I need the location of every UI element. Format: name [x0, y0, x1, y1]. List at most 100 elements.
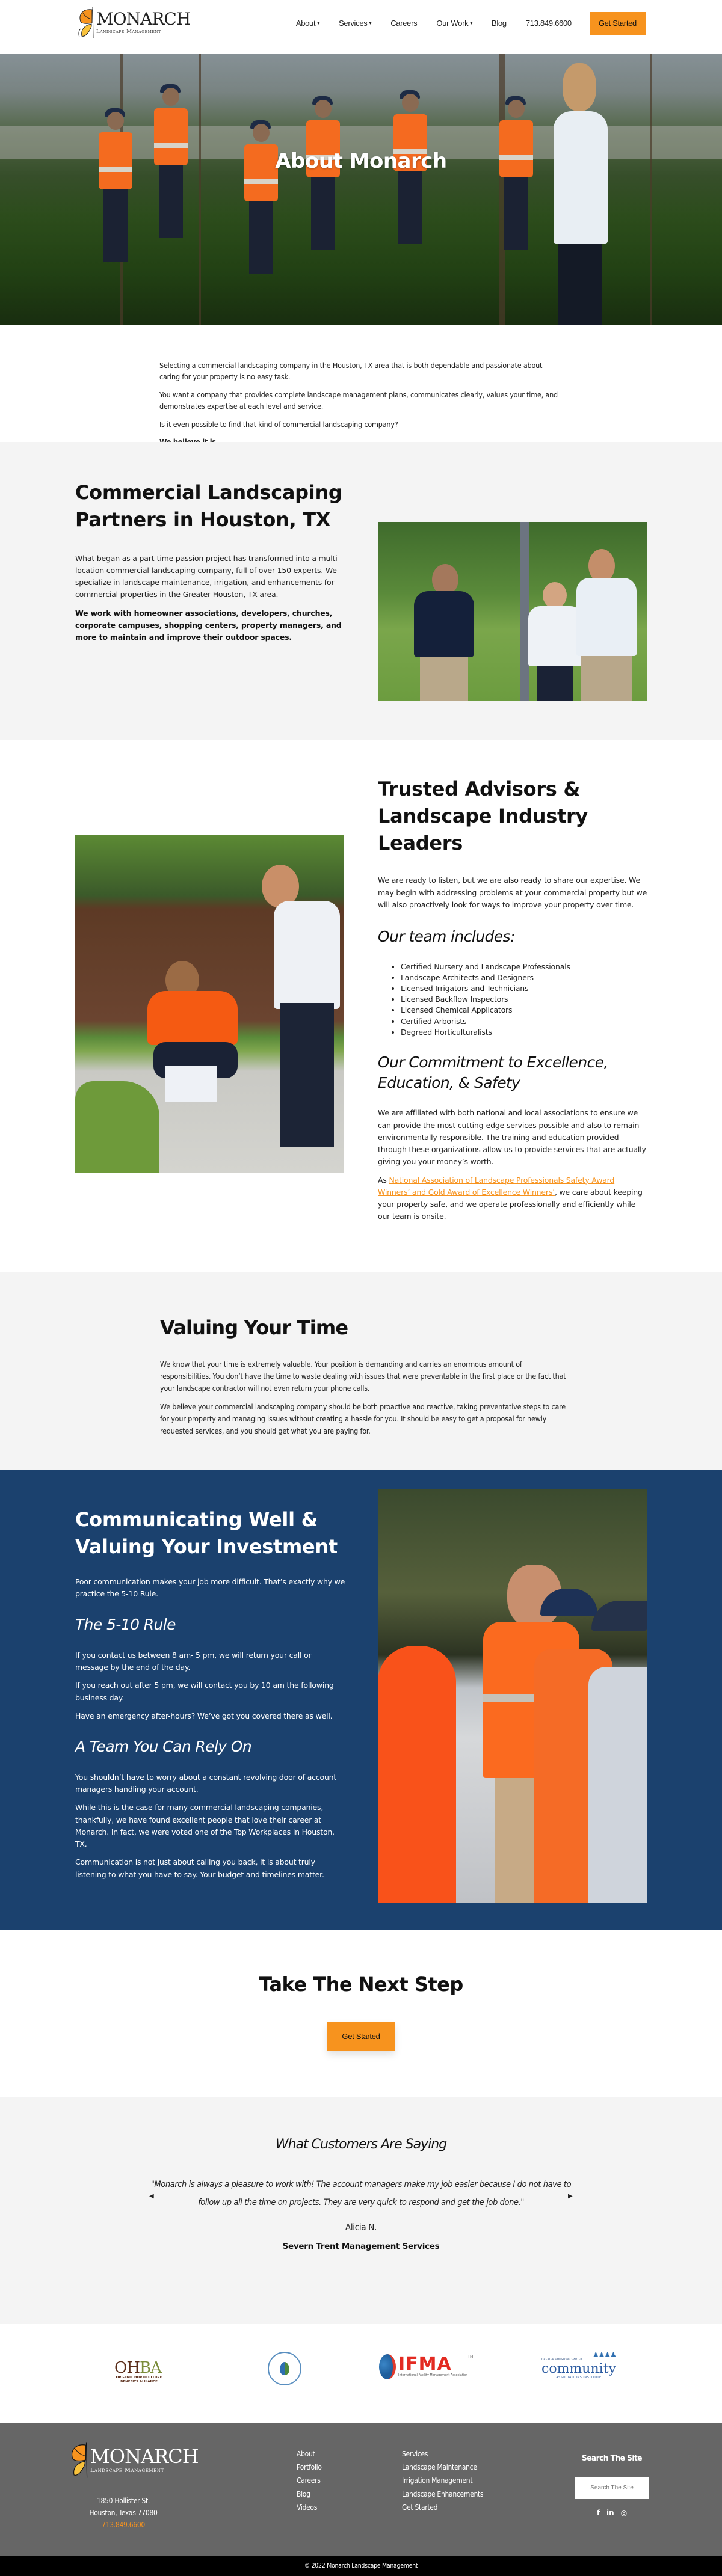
communication-intro: Poor communication makes your job more d…: [75, 1577, 345, 1598]
footer-address: 1850 Hollister St. Houston, Texas 77080 …: [84, 2495, 162, 2531]
ohba-logo: OHBA ORGANIC HORTICULTURE BENEFITS ALLIAN…: [114, 2360, 164, 2384]
valuing-time-paragraph: We know that your time is extremely valu…: [160, 1359, 566, 1393]
footer-link-about[interactable]: About: [297, 2447, 322, 2461]
team-list: Certified Nursery and Landscape Professi…: [401, 961, 649, 1038]
rule-paragraph: Have an emergency after-hours? We’ve got…: [75, 1711, 333, 1720]
cta-title: Take The Next Step: [259, 1973, 463, 1996]
intro-paragraph: You want a company that provides complet…: [159, 390, 558, 411]
header-get-started-button[interactable]: Get Started: [589, 11, 646, 35]
footer-link-blog[interactable]: Blog: [297, 2488, 322, 2501]
partners-bold-paragraph: We work with homeowner associations, dev…: [75, 608, 342, 642]
carousel-next-icon[interactable]: ▶: [568, 2192, 573, 2201]
commitment-heading: Our Commitment to Excellence, Education,…: [378, 1053, 608, 1091]
cta-get-started-button[interactable]: Get Started: [327, 2022, 395, 2051]
ifma-logo: IFMA International Facility Management A…: [379, 2354, 473, 2379]
nav-our-work-label: Our Work: [436, 18, 469, 28]
footer-links-company: About Portfolio Careers Blog Videos: [297, 2447, 322, 2514]
team-list-item: Certified Arborists: [401, 1016, 649, 1027]
linkedin-icon[interactable]: in: [606, 2507, 614, 2519]
valuing-time-paragraph: We believe your commercial landscaping c…: [160, 1402, 566, 1436]
footer-logo[interactable]: MONARCH Landscape Management: [69, 2440, 199, 2480]
footer-link-services[interactable]: Services: [402, 2447, 483, 2461]
nav-careers-label: Careers: [390, 18, 418, 28]
testimonials-section: What Customers Are Saying ◀ "Monarch is …: [0, 2097, 722, 2324]
footer-link-irrigation-management[interactable]: Irrigation Management: [402, 2474, 483, 2487]
award-paragraph: As National Association of Landscape Pro…: [378, 1174, 649, 1223]
ifma-subtitle: International Facility Management Associ…: [398, 2373, 468, 2378]
address-line: Houston, Texas 77080: [89, 2508, 158, 2517]
partners-section: Commercial Landscaping Partners in Houst…: [0, 442, 722, 740]
advisors-title: Trusted Advisors & Landscape Industry Le…: [378, 777, 588, 854]
commitment-paragraph: We are affiliated with both national and…: [378, 1108, 646, 1167]
footer-phone-link[interactable]: 713.849.6600: [102, 2521, 145, 2529]
nav-blog-label: Blog: [492, 18, 507, 28]
globe-icon: [379, 2354, 396, 2379]
people-icon: ♟♟♟♟: [592, 2351, 617, 2359]
footer-search: Search The Site f in ◎: [574, 2452, 650, 2519]
site-header: MONARCH Landscape Management About ▾ Serv…: [0, 0, 722, 54]
cai-wordmark: community: [542, 2361, 616, 2376]
site-footer: MONARCH Landscape Management 1850 Hollis…: [0, 2423, 722, 2556]
ohba-subtitle: ORGANIC HORTICULTURE BENEFITS ALLIANCE: [116, 2376, 162, 2384]
team-rely-paragraph: You shouldn’t have to worry about a cons…: [75, 1772, 337, 1794]
footer-link-portfolio[interactable]: Portfolio: [297, 2461, 322, 2474]
rule-heading: The 5-10 Rule: [75, 1616, 176, 1634]
rule-paragraph: If you contact us between 8 am- 5 pm, we…: [75, 1650, 312, 1672]
hero-photo-tree: [650, 54, 652, 325]
logo-link[interactable]: MONARCH Landscape Management: [77, 5, 191, 41]
social-links: f in ◎: [574, 2507, 650, 2519]
crew-portrait-photo: [378, 1489, 647, 1903]
communication-title: Communicating Well & Valuing Your Invest…: [75, 1508, 338, 1558]
award-prefix: As: [378, 1175, 389, 1185]
logo-wordmark: MONARCH: [96, 9, 191, 29]
footer-logo-tagline: Landscape Management: [90, 2467, 164, 2474]
nav-our-work[interactable]: Our Work ▾: [436, 17, 472, 29]
advisors-paragraph: We are ready to listen, but we are also …: [378, 876, 647, 909]
carousel-prev-icon[interactable]: ◀: [149, 2192, 154, 2201]
communication-section: Communicating Well & Valuing Your Invest…: [0, 1470, 722, 1930]
nav-phone-link[interactable]: 713.849.6600: [526, 17, 572, 29]
testimonials-heading: What Customers Are Saying: [275, 2137, 447, 2152]
butterfly-logo-icon: [78, 7, 94, 39]
partners-text: Commercial Landscaping Partners in Houst…: [75, 479, 346, 649]
testimonial-company: Severn Trent Management Services: [282, 2241, 440, 2251]
team-meeting-photo: [378, 522, 647, 701]
watersense-logo: [268, 2352, 301, 2385]
footer-link-careers[interactable]: Careers: [297, 2474, 322, 2487]
address-line: 1850 Hollister St.: [96, 2497, 150, 2505]
hero-title: About Monarch: [275, 149, 447, 173]
logo-tagline: Landscape Management: [96, 29, 161, 35]
search-input[interactable]: [575, 2476, 649, 2499]
testimonial-quote: "Monarch is always a pleasure to work wi…: [150, 2179, 572, 2208]
team-list-item: Licensed Backflow Inspectors: [401, 994, 649, 1005]
nav-services[interactable]: Services ▾: [339, 17, 371, 29]
team-list-item: Licensed Irrigators and Technicians: [401, 983, 649, 994]
cai-logo: ♟♟♟♟ GREATER HOUSTON CHAPTER community A…: [542, 2351, 617, 2381]
intro-paragraph: Is it even possible to find that kind of…: [159, 419, 398, 429]
chevron-down-icon: ▾: [470, 20, 473, 26]
nav-careers[interactable]: Careers: [390, 17, 417, 29]
ohba-wordmark: OHBA: [114, 2359, 162, 2377]
nav-blog[interactable]: Blog: [492, 17, 507, 29]
team-list-item: Landscape Architects and Designers: [401, 972, 649, 983]
nav-about[interactable]: About ▾: [296, 17, 319, 29]
plant-inspection-photo: [75, 835, 344, 1173]
advisors-section: Trusted Advisors & Landscape Industry Le…: [0, 740, 722, 1272]
nav-services-label: Services: [339, 18, 368, 28]
facebook-icon[interactable]: f: [597, 2507, 600, 2519]
intro-paragraph: Selecting a commercial landscaping compa…: [159, 361, 543, 382]
team-includes-heading: Our team includes:: [378, 928, 515, 946]
nav-about-label: About: [295, 18, 316, 28]
hero-photo-manager: [548, 63, 614, 325]
copyright-bar: © 2022 Monarch Landscape Management: [0, 2556, 722, 2576]
footer-link-landscape-enhancements[interactable]: Landscape Enhancements: [402, 2488, 484, 2501]
footer-link-get-started[interactable]: Get Started: [402, 2501, 483, 2514]
hero-photo-tree: [199, 54, 201, 325]
instagram-icon[interactable]: ◎: [621, 2507, 627, 2519]
chevron-down-icon: ▾: [369, 20, 372, 26]
footer-link-videos[interactable]: Videos: [297, 2501, 322, 2514]
footer-link-landscape-maintenance[interactable]: Landscape Maintenance: [402, 2461, 483, 2474]
copyright-text: © 2022 Monarch Landscape Management: [304, 2562, 418, 2569]
footer-logo-wordmark: MONARCH: [90, 2444, 199, 2468]
butterfly-logo-icon: [72, 2442, 88, 2478]
